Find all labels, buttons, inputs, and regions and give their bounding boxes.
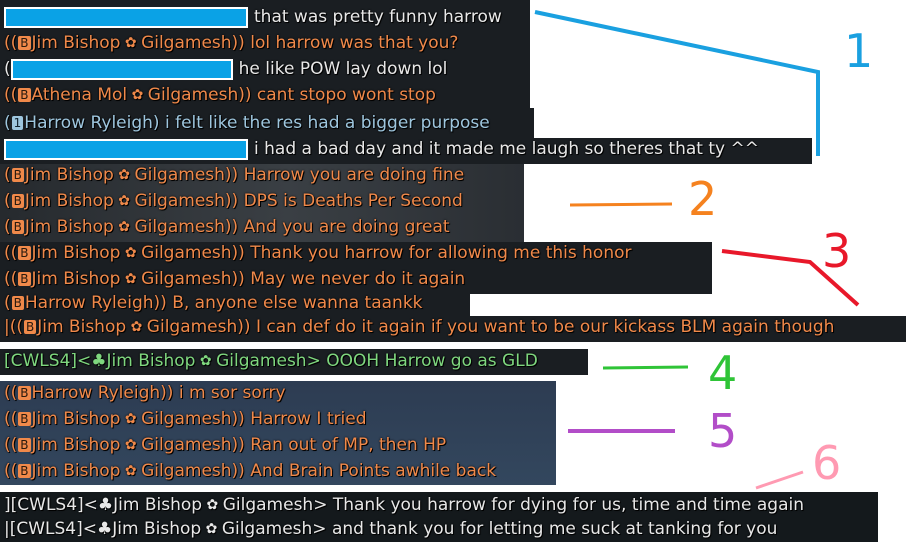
annotation-line-4: [602, 365, 689, 370]
annotation-number-4: 4: [708, 346, 738, 400]
annotation-number-6: 6: [812, 436, 842, 490]
annotation-number-3: 3: [822, 224, 852, 278]
annotation-line-6: [755, 470, 804, 490]
annotation-overlay: [534, 10, 860, 490]
annotation-number-2: 2: [688, 172, 718, 226]
annotation-line-2: [569, 202, 673, 207]
annotation-number-1: 1: [844, 24, 874, 78]
annotation-line-1: [534, 10, 820, 156]
annotation-number-5: 5: [708, 404, 738, 458]
